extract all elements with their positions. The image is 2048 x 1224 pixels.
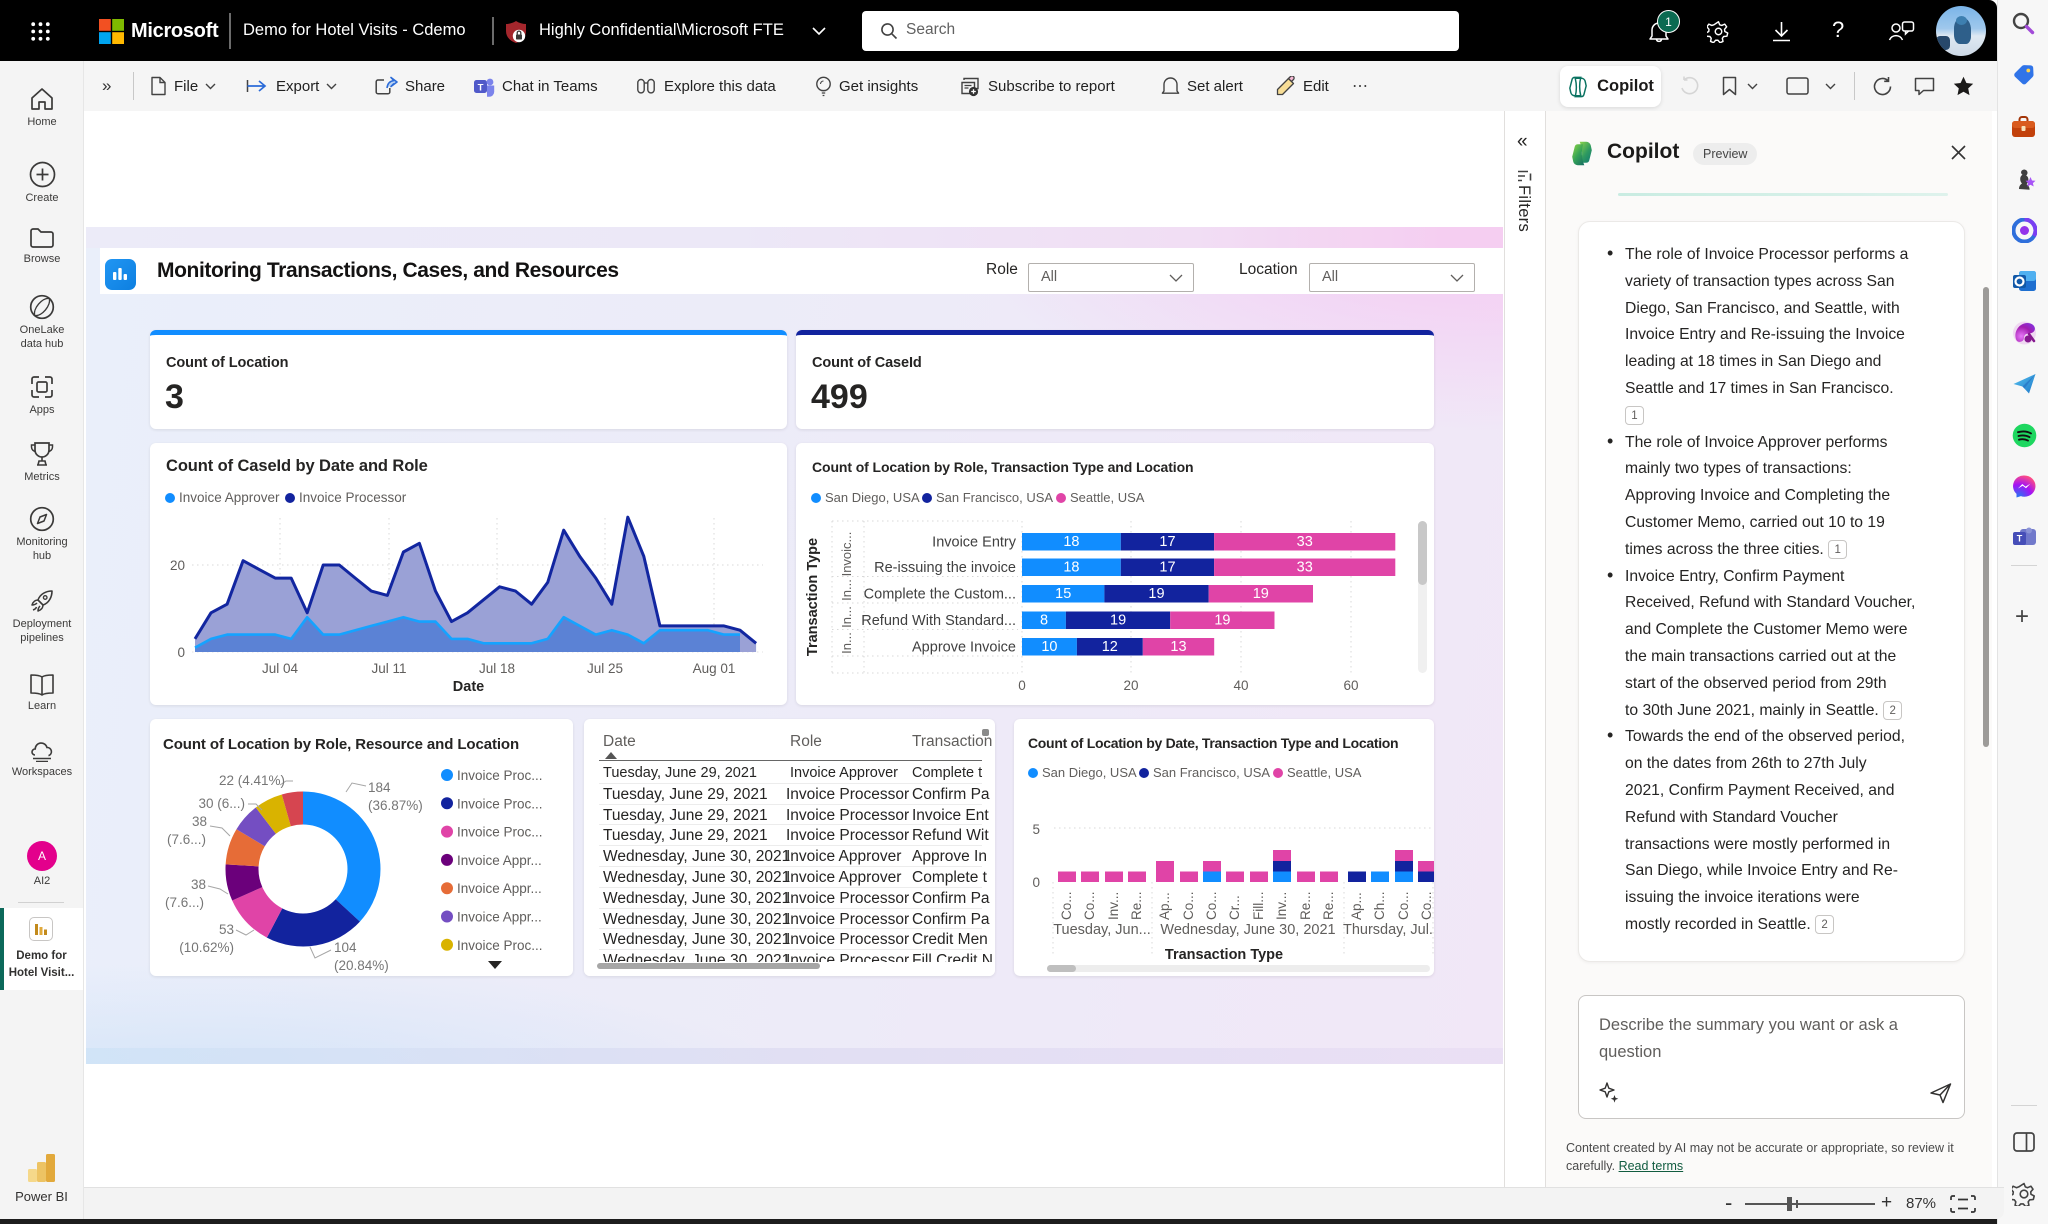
svg-text:19: 19 <box>1253 586 1269 602</box>
svg-text:Invoic...: Invoic... <box>839 532 854 577</box>
svg-text:Re...: Re... <box>1298 891 1313 920</box>
svg-text:10: 10 <box>1041 639 1057 655</box>
svg-text:53: 53 <box>219 922 234 937</box>
svg-text:Refund With Standard...: Refund With Standard... <box>861 613 1016 629</box>
svg-text:18: 18 <box>1063 560 1079 576</box>
svg-text:18: 18 <box>1063 534 1079 550</box>
svg-text:Aug 01: Aug 01 <box>693 661 736 676</box>
svg-text:17: 17 <box>1159 534 1175 550</box>
svg-text:38: 38 <box>191 877 206 892</box>
svg-text:Ap...: Ap... <box>1157 892 1172 920</box>
svg-text:Inv...: Inv... <box>1274 892 1289 920</box>
svg-text:Invoice Proc...: Invoice Proc... <box>457 825 543 840</box>
svg-text:22 (4.41%): 22 (4.41%) <box>219 773 285 788</box>
svg-text:Invoice Appr...: Invoice Appr... <box>457 910 542 925</box>
svg-text:(10.62%): (10.62%) <box>179 940 234 955</box>
svg-text:T: T <box>2017 534 2023 544</box>
svg-text:Jul 25: Jul 25 <box>587 661 623 676</box>
svg-text:20: 20 <box>170 558 185 573</box>
svg-text:104: 104 <box>334 940 357 955</box>
svg-text:13: 13 <box>1170 639 1186 655</box>
svg-text:Invoice Proc...: Invoice Proc... <box>457 796 543 811</box>
svg-text:0: 0 <box>177 645 185 660</box>
svg-text:(36.87%): (36.87%) <box>368 798 423 813</box>
svg-text:Co...: Co... <box>1181 891 1196 920</box>
svg-text:(20.84%): (20.84%) <box>334 958 389 973</box>
svg-text:0: 0 <box>1018 678 1026 693</box>
svg-text:Invoice Appr...: Invoice Appr... <box>457 881 542 896</box>
svg-text:In...: In... <box>839 632 854 654</box>
svg-text:184: 184 <box>368 780 391 795</box>
svg-text:T: T <box>478 82 484 93</box>
svg-text:33: 33 <box>1297 534 1313 550</box>
svg-text:Re...: Re... <box>1129 891 1144 920</box>
svg-text:0: 0 <box>1032 875 1040 890</box>
svg-text:Invoice Appr...: Invoice Appr... <box>457 853 542 868</box>
svg-text:Fill...: Fill... <box>1251 892 1266 921</box>
svg-text:40: 40 <box>1233 678 1248 693</box>
svg-text:Approve Invoice: Approve Invoice <box>912 640 1016 656</box>
svg-text:5: 5 <box>1032 822 1040 837</box>
svg-text:Cr...: Cr... <box>1227 895 1242 920</box>
svg-text:15: 15 <box>1055 586 1071 602</box>
svg-text:38: 38 <box>192 814 207 829</box>
svg-text:Co...: Co... <box>1204 891 1219 920</box>
svg-text:Co...: Co... <box>1396 891 1411 920</box>
svg-text:12: 12 <box>1102 639 1118 655</box>
svg-text:19: 19 <box>1110 613 1126 629</box>
svg-text:(7.6...): (7.6...) <box>167 832 206 847</box>
svg-text:20: 20 <box>1123 678 1138 693</box>
svg-text:60: 60 <box>1343 678 1358 693</box>
svg-text:Jul 04: Jul 04 <box>262 661 299 676</box>
svg-text:Inv...: Inv... <box>1106 892 1121 920</box>
svg-text:30 (6...): 30 (6...) <box>198 796 245 811</box>
svg-text:17: 17 <box>1159 560 1175 576</box>
svg-text:8: 8 <box>1040 613 1048 629</box>
svg-text:(7.6...): (7.6...) <box>165 895 204 910</box>
svg-text:Tuesday, Jun...: Tuesday, Jun... <box>1053 922 1151 938</box>
svg-text:Thursday, Jul...: Thursday, Jul... <box>1343 922 1434 938</box>
svg-text:Re...: Re... <box>1321 891 1336 920</box>
svg-text:Jul 18: Jul 18 <box>479 661 515 676</box>
svg-text:Invoice Proc...: Invoice Proc... <box>457 768 543 783</box>
svg-text:33: 33 <box>1297 560 1313 576</box>
svg-text:Wednesday, June 30, 2021: Wednesday, June 30, 2021 <box>1160 922 1335 938</box>
svg-text:Complete the Custom...: Complete the Custom... <box>864 587 1016 603</box>
svg-text:Co...: Co... <box>1082 891 1097 920</box>
svg-text:Transaction Type: Transaction Type <box>805 538 821 656</box>
svg-text:Ch...: Ch... <box>1372 891 1387 920</box>
svg-text:Invoice Proc...: Invoice Proc... <box>457 938 543 953</box>
svg-text:19: 19 <box>1148 586 1164 602</box>
svg-text:Invoice Entry: Invoice Entry <box>932 535 1017 551</box>
svg-text:In...: In... <box>839 606 854 628</box>
svg-text:Jul 11: Jul 11 <box>371 661 406 676</box>
svg-text:Co...: Co... <box>1419 891 1434 920</box>
svg-text:Co...: Co... <box>1059 891 1074 920</box>
svg-text:In...: In... <box>839 579 854 601</box>
svg-text:19: 19 <box>1214 613 1230 629</box>
svg-text:Re-issuing the invoice: Re-issuing the invoice <box>874 560 1016 576</box>
svg-text:Ap...: Ap... <box>1349 892 1364 920</box>
